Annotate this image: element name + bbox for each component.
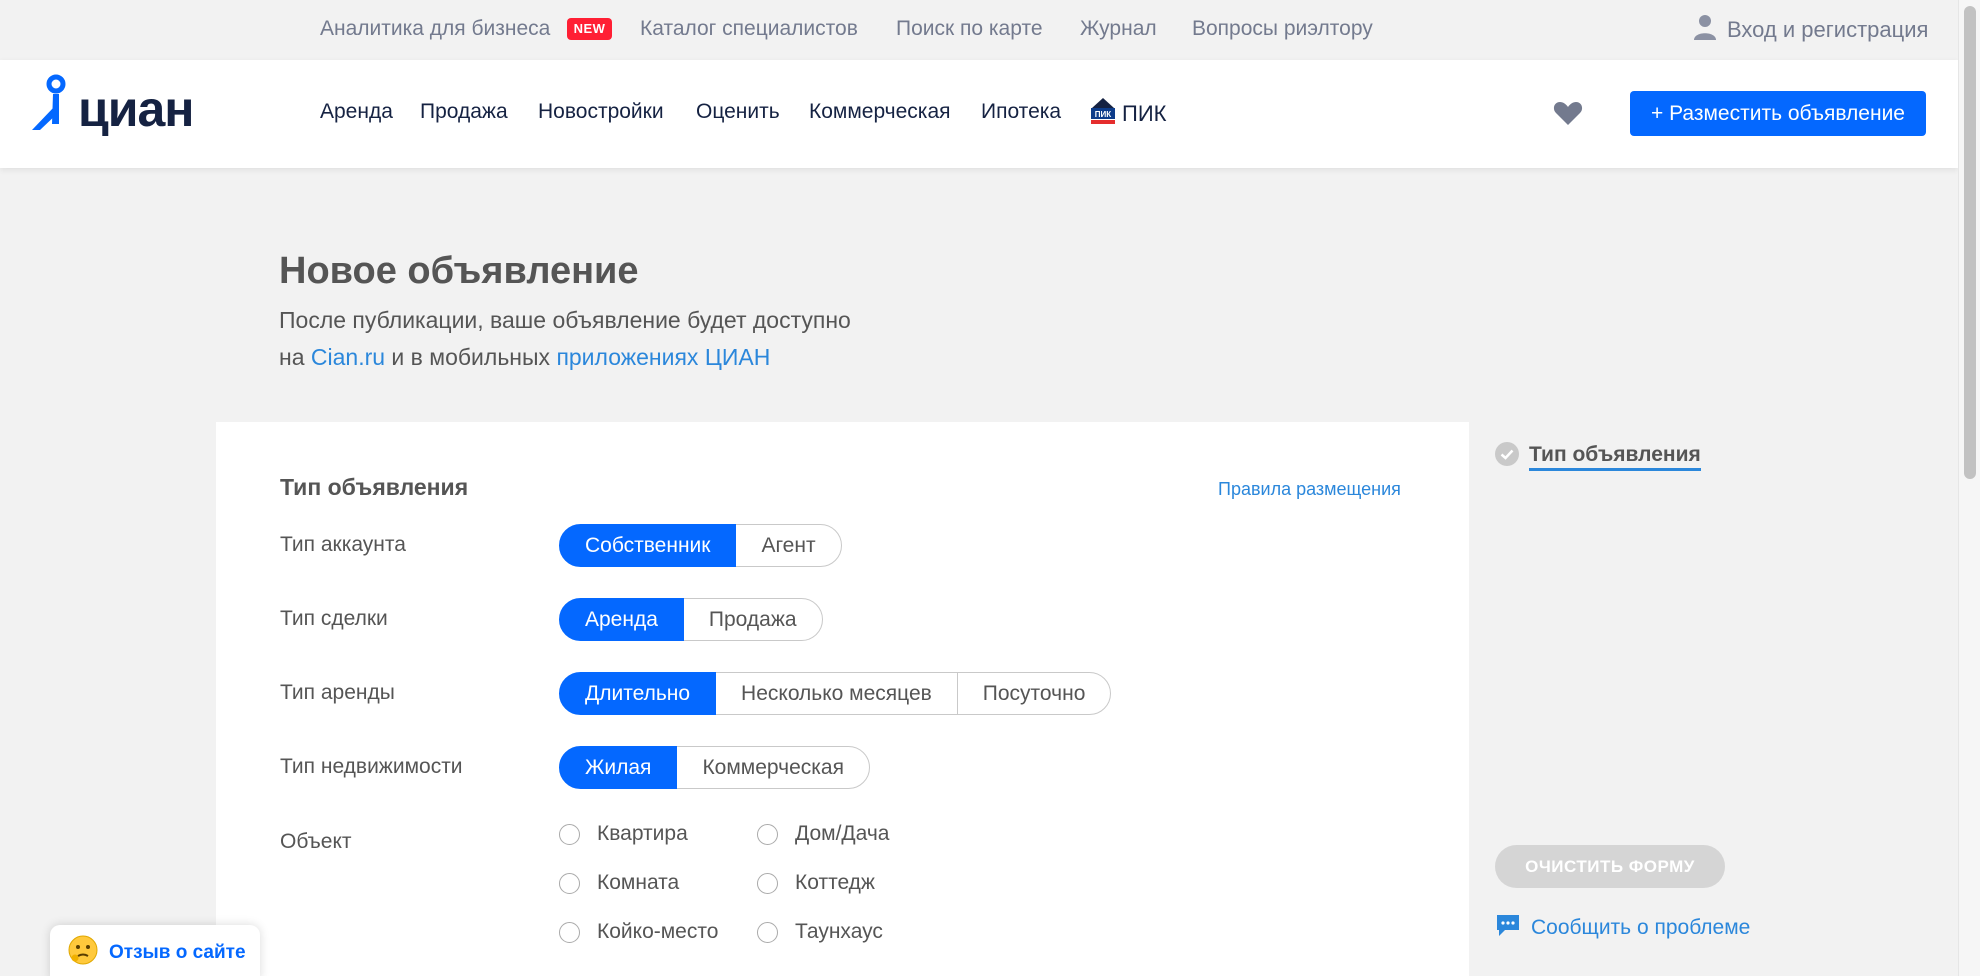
subtitle-text-1: После публикации, ваше объявление будет …	[279, 307, 851, 333]
radio-label: Комната	[597, 871, 680, 894]
rent-type-selector: Длительно Несколько месяцев Посуточно	[559, 672, 1112, 715]
property-type-commercial[interactable]: Коммерческая	[676, 746, 870, 789]
object-radio-cottage[interactable]: Коттедж	[757, 871, 875, 895]
nav-rent[interactable]: Аренда	[320, 100, 393, 124]
radio-circle	[559, 921, 580, 943]
object-radio-room[interactable]: Комната	[559, 871, 679, 895]
rules-link[interactable]: Правила размещения	[1218, 479, 1401, 500]
clear-form-button[interactable]: ОЧИСТИТЬ ФОРМУ	[1495, 845, 1725, 888]
sidebar-step-ad-type[interactable]: Тип объявления	[1495, 442, 1701, 471]
check-circle-icon	[1495, 442, 1519, 471]
post-ad-button[interactable]: + Разместить объявление	[1630, 91, 1926, 136]
favorites-heart-icon[interactable]	[1553, 100, 1583, 131]
radio-label: Дом/Дача	[795, 822, 890, 845]
svg-text:ПИК: ПИК	[1095, 110, 1112, 119]
object-radio-townhouse[interactable]: Таунхаус	[757, 920, 883, 944]
nav-new-buildings[interactable]: Новостройки	[538, 100, 664, 124]
radio-label: Таунхаус	[795, 920, 883, 943]
subtitle-text-2: на	[279, 344, 311, 370]
topbar-link-journal[interactable]: Журнал	[1080, 17, 1157, 41]
topbar-link-map-search[interactable]: Поиск по карте	[896, 17, 1043, 41]
radio-circle	[757, 823, 778, 845]
sidebar-step-label: Тип объявления	[1529, 443, 1701, 471]
nav-evaluate[interactable]: Оценить	[696, 100, 780, 124]
feedback-label: Отзыв о сайте	[109, 941, 246, 963]
login-label: Вход и регистрация	[1727, 17, 1929, 42]
property-type-residential[interactable]: Жилая	[559, 746, 678, 789]
new-badge: NEW	[567, 18, 612, 40]
nav-pik[interactable]: ПИК ПИК	[1090, 96, 1166, 132]
scrollbar-thumb[interactable]	[1964, 6, 1976, 479]
account-type-selector: Собственник Агент	[559, 524, 842, 567]
user-icon	[1693, 14, 1717, 46]
rent-type-label: Тип аренды	[280, 681, 395, 704]
logo-pin-icon	[30, 74, 72, 139]
main-header: циан Аренда Продажа Новостройки Оценить …	[0, 60, 1958, 168]
property-type-label: Тип недвижимости	[280, 755, 463, 778]
report-label: Сообщить о проблеме	[1531, 916, 1751, 939]
topbar-link-analytics[interactable]: Аналитика для бизнеса	[320, 17, 550, 41]
topbar-link-realtor-questions[interactable]: Вопросы риэлтору	[1192, 17, 1373, 41]
object-label: Объект	[280, 830, 352, 853]
radio-circle	[559, 872, 580, 894]
nav-mortgage[interactable]: Ипотека	[981, 100, 1061, 124]
pik-logo-icon: ПИК	[1090, 96, 1116, 132]
ad-form-card: Тип объявления Правила размещения Тип ак…	[216, 422, 1469, 976]
page-scrollbar[interactable]	[1958, 0, 1980, 976]
logo-text: циан	[78, 81, 194, 137]
radio-circle	[757, 921, 778, 943]
radio-label: Квартира	[597, 822, 688, 845]
chat-bubble-icon	[1495, 913, 1521, 943]
object-radio-house[interactable]: Дом/Дача	[757, 822, 889, 846]
account-type-owner[interactable]: Собственник	[559, 524, 737, 567]
cian-logo[interactable]: циан	[30, 74, 194, 139]
radio-label: Койко-место	[597, 920, 719, 943]
deal-type-sale[interactable]: Продажа	[682, 598, 823, 641]
account-type-label: Тип аккаунта	[280, 533, 406, 556]
subtitle-text-3: и в мобильных	[385, 344, 557, 370]
radio-label: Коттедж	[795, 871, 875, 894]
nav-sale[interactable]: Продажа	[420, 100, 508, 124]
account-type-agent[interactable]: Агент	[735, 524, 842, 567]
topbar-link-catalog[interactable]: Каталог специалистов	[640, 17, 858, 41]
radio-circle	[757, 872, 778, 894]
nav-commercial[interactable]: Коммерческая	[809, 100, 951, 124]
deal-type-rent[interactable]: Аренда	[559, 598, 684, 641]
deal-type-selector: Аренда Продажа	[559, 598, 823, 641]
property-type-selector: Жилая Коммерческая	[559, 746, 870, 789]
rent-type-long[interactable]: Длительно	[559, 672, 717, 715]
rent-type-months[interactable]: Несколько месяцев	[715, 672, 958, 715]
rent-type-daily[interactable]: Посуточно	[956, 672, 1112, 715]
cian-link[interactable]: Cian.ru	[311, 344, 385, 370]
login-link[interactable]: Вход и регистрация	[1693, 14, 1928, 46]
pik-label: ПИК	[1122, 101, 1167, 126]
object-radio-apartment[interactable]: Квартира	[559, 822, 688, 846]
deal-type-label: Тип сделки	[280, 607, 388, 630]
object-radio-bed[interactable]: Койко-место	[559, 920, 718, 944]
radio-circle	[559, 823, 580, 845]
top-utility-bar: Аналитика для бизнеса NEW Каталог специа…	[0, 0, 1958, 60]
apps-link[interactable]: приложениях ЦИАН	[556, 344, 770, 370]
page-title: Новое объявление	[279, 250, 639, 292]
section-title: Тип объявления	[280, 474, 469, 500]
site-feedback-button[interactable]: Отзыв о сайте	[50, 925, 260, 976]
page-subtitle: После публикации, ваше объявление будет …	[279, 302, 979, 376]
emoji-thinking-icon	[67, 934, 99, 972]
report-problem-link[interactable]: Сообщить о проблеме	[1495, 913, 1750, 943]
